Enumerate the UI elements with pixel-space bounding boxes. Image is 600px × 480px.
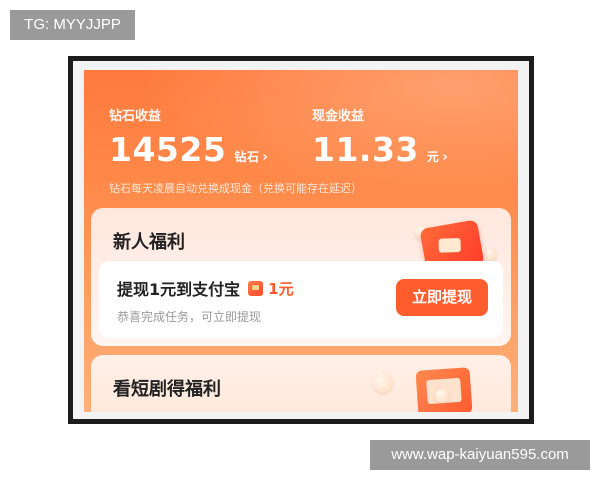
withdraw-now-button[interactable]: 立即提现 xyxy=(396,279,488,316)
diamond-earnings[interactable]: 钻石收益 14525 钻石 › xyxy=(109,105,268,169)
coin-icon xyxy=(485,248,497,260)
app-screen: 钻石收益 14525 钻石 › 现金收益 11.33 元 › 钻石每天凌晨自动兑… xyxy=(84,70,518,412)
chevron-right-icon: › xyxy=(442,150,449,165)
task-title: 提现1元到支付宝 xyxy=(117,280,241,299)
drama-benefit-card[interactable]: 看短剧得福利 xyxy=(91,355,511,412)
red-packet-icon xyxy=(248,280,264,296)
new-user-benefit-card: 新人福利 提现1元到支付宝 1元 恭喜完成任务，可立即提现 立即提现 xyxy=(91,208,511,346)
diamond-earnings-unit: 钻石 xyxy=(234,150,260,164)
cash-earnings[interactable]: 现金收益 11.33 元 › xyxy=(312,105,448,169)
watermark-top-left: TG: MYYJJPP xyxy=(10,10,135,40)
cash-earnings-label: 现金收益 xyxy=(312,109,365,124)
diamond-earnings-label: 钻石收益 xyxy=(109,109,162,124)
card-title: 看短剧得福利 xyxy=(113,379,221,400)
diamond-earnings-value: 14525 xyxy=(109,130,227,169)
watermark-bottom-right: www.wap-kaiyuan595.com xyxy=(370,440,590,470)
task-amount: 1元 xyxy=(268,279,294,298)
card-title: 新人福利 xyxy=(113,232,185,253)
chevron-right-icon: › xyxy=(262,150,269,165)
coin-icon xyxy=(373,373,393,393)
withdraw-task: 提现1元到支付宝 1元 恭喜完成任务，可立即提现 立即提现 xyxy=(99,261,503,338)
cash-earnings-unit: 元 xyxy=(426,150,440,164)
exchange-note: 钻石每天凌晨自动兑换成现金（兑换可能存在延迟） xyxy=(109,182,362,195)
cash-earnings-value: 11.33 xyxy=(312,130,419,169)
task-subtitle: 恭喜完成任务，可立即提现 xyxy=(117,310,262,324)
coin-icon xyxy=(435,389,449,403)
